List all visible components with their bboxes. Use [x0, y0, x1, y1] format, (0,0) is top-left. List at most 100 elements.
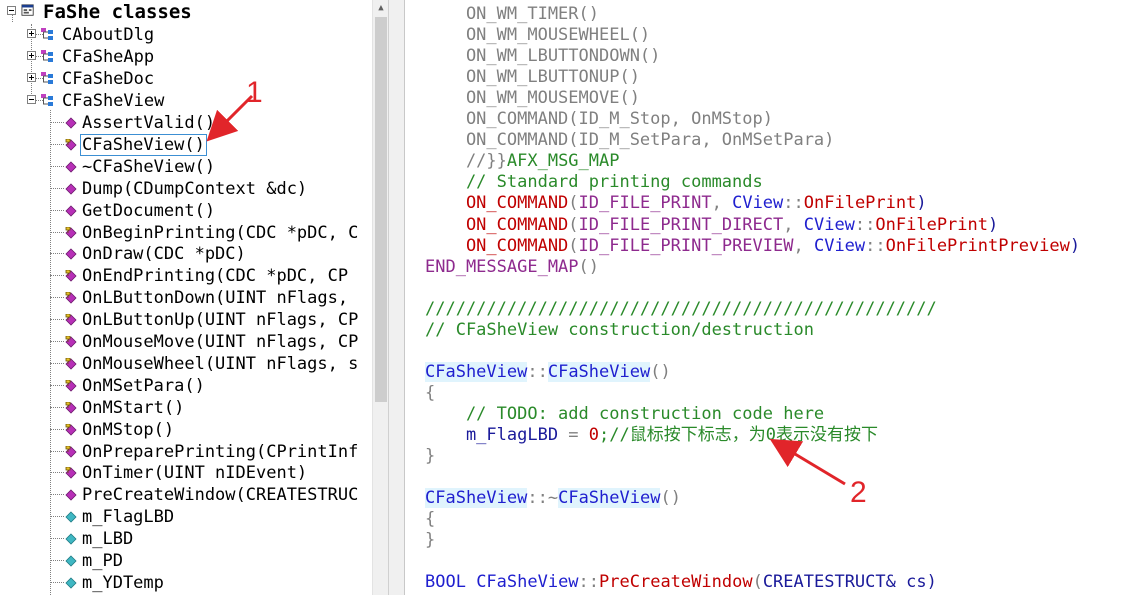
code-token: } — [425, 530, 436, 551]
protected-method-icon — [65, 401, 77, 414]
code-token: ID_FILE_PRINT_PREVIEW — [578, 235, 794, 256]
code-token: // TODO: add construction code here — [425, 403, 825, 424]
method-icon — [65, 183, 77, 195]
code-token: OnFilePrintPreview — [885, 235, 1070, 256]
collapse-icon[interactable] — [7, 6, 16, 15]
code-editor[interactable]: ON_WM_TIMER() ON_WM_MOUSEWHEEL() ON_WM_L… — [404, 0, 1131, 595]
code-token: // CFaSheView construction/destruction — [425, 319, 814, 340]
code-line: BOOL CFaSheView::PreCreateWindow(CREATES… — [425, 572, 937, 593]
code-line: ON_COMMAND(ID_M_Stop, OnMStop) — [425, 109, 773, 130]
code-token: ON_COMMAND(ID_M_SetPara, OnMSetPara) — [425, 130, 835, 151]
code-line: ////////////////////////////////////////… — [425, 299, 937, 320]
code-token: ~ — [547, 488, 559, 509]
code-token: & cs) — [885, 572, 937, 593]
code-line: ON_WM_MOUSEWHEEL() — [425, 25, 650, 46]
code-token: OnFilePrint — [875, 214, 988, 235]
tree-member-label: Dump(CDumpContext &dc) — [82, 178, 308, 199]
tree-member-label: m_YDTemp — [82, 572, 164, 593]
tree-member-label: m_LBD — [82, 529, 134, 550]
code-line: // TODO: add construction code here — [425, 404, 824, 425]
collapse-icon[interactable] — [27, 95, 36, 104]
code-token: :: — [865, 235, 886, 256]
code-token: ( — [568, 214, 579, 235]
code-token: m_FlagLBD — [425, 425, 559, 445]
code-token: } — [425, 446, 436, 467]
code-token: ON_WM_LBUTTONUP() — [425, 67, 640, 88]
class-icon — [41, 72, 53, 84]
method-icon — [65, 117, 77, 129]
tree-member-label: OnDraw(CDC *pDC) — [82, 244, 246, 265]
protected-method-icon — [65, 314, 77, 326]
workspace-icon — [21, 4, 34, 16]
expand-icon[interactable] — [27, 73, 36, 82]
code-token: ID_FILE_PRINT — [578, 193, 712, 214]
tree-member-label: OnMSetPara() — [82, 375, 205, 396]
code-token: OnFilePrint — [803, 193, 917, 214]
code-token: , — [793, 235, 814, 256]
code-token: ////////////////////////////////////////… — [425, 298, 937, 319]
tree-member-label: ~CFaSheView() — [82, 156, 216, 177]
code-token: //}} — [425, 151, 507, 172]
method-icon — [65, 248, 77, 260]
class-view-tree[interactable]: FaShe classes CAboutDlg CFaSheApp CFaSheDo… — [0, 0, 372, 595]
scroll-up-icon[interactable]: ▲ — [373, 0, 389, 16]
code-token: ( — [752, 572, 763, 593]
code-token: AFX_MSG_MAP — [506, 151, 620, 172]
code-line: ON_WM_MOUSEMOVE() — [425, 88, 640, 109]
code-line: ON_COMMAND(ID_M_SetPara, OnMSetPara) — [425, 130, 834, 151]
code-token: CView — [813, 235, 866, 256]
tree-scrollbar[interactable]: ▲ — [372, 0, 389, 595]
code-line: // CFaSheView construction/destruction — [425, 320, 814, 341]
code-line: ON_COMMAND(ID_FILE_PRINT_PREVIEW, CView:… — [425, 236, 1080, 257]
tree-member-label: OnTimer(UINT nIDEvent) — [82, 463, 308, 484]
tree-member-label: OnMStart() — [82, 397, 185, 418]
expand-icon[interactable] — [27, 51, 36, 60]
tree-member-label: OnLButtonDown(UINT nFlags, — [82, 288, 349, 309]
code-line: CFaSheView::CFaSheView() — [425, 361, 671, 383]
class-icon — [41, 50, 53, 62]
code-token: // Standard printing commands — [425, 172, 763, 193]
code-token: ( — [568, 235, 579, 256]
class-icon — [41, 94, 53, 106]
code-token: CFaSheView — [558, 488, 661, 509]
code-line: m_FlagLBD = 0;//鼠标按下标志，为0表示没有按下 — [425, 425, 878, 446]
code-token: ( — [568, 193, 579, 214]
code-token: ON_WM_MOUSEMOVE() — [425, 88, 640, 109]
tree-member-label: OnPreparePrinting(CPrintInf — [82, 441, 359, 462]
protected-method-icon — [65, 270, 77, 282]
code-token: () — [650, 361, 671, 382]
tree-member-label: CFaSheView() — [80, 133, 207, 156]
scrollbar-thumb[interactable] — [375, 17, 387, 402]
protected-method-icon — [65, 138, 77, 151]
code-token: ON_WM_MOUSEWHEEL() — [425, 25, 651, 46]
code-line: ON_COMMAND(ID_FILE_PRINT_DIRECT, CView::… — [425, 215, 998, 236]
code-line: ON_COMMAND(ID_FILE_PRINT, CView::OnFileP… — [425, 193, 927, 214]
code-line: ON_WM_TIMER() — [425, 4, 599, 25]
protected-method-icon — [65, 336, 77, 348]
tree-class-label: CFaSheDoc — [62, 69, 155, 89]
field-icon — [65, 555, 77, 567]
tree-member-label: OnBeginPrinting(CDC *pDC, C — [82, 222, 359, 243]
class-icon — [41, 28, 53, 40]
code-line: // Standard printing commands — [425, 172, 763, 193]
code-line: END_MESSAGE_MAP() — [425, 257, 599, 278]
tree-class-label: CAboutDlg — [62, 25, 155, 45]
code-token: ON_COMMAND — [425, 235, 569, 256]
code-token: :: — [783, 193, 804, 214]
tree-member-label: OnMStop() — [82, 419, 175, 440]
code-token: CREATESTRUCT — [762, 572, 886, 593]
code-token: ON_WM_TIMER() — [425, 4, 599, 24]
annotation-label-2: 2 — [850, 476, 867, 509]
code-line: } — [425, 530, 435, 551]
field-icon — [65, 533, 77, 545]
code-token: ;//鼠标按下标志，为0表示没有按下 — [599, 425, 878, 445]
code-token: ON_COMMAND — [425, 214, 569, 235]
protected-method-icon — [65, 226, 77, 239]
code-line: } — [425, 446, 435, 467]
tree-member-label: m_PD — [82, 551, 123, 571]
expand-icon[interactable] — [27, 29, 36, 38]
code-token: CFaSheView — [476, 572, 579, 593]
code-token: ) — [1069, 235, 1081, 256]
tree-member-label: AssertValid() — [82, 113, 216, 133]
tree-member-label: OnMouseMove(UINT nFlags, CP — [82, 332, 359, 352]
